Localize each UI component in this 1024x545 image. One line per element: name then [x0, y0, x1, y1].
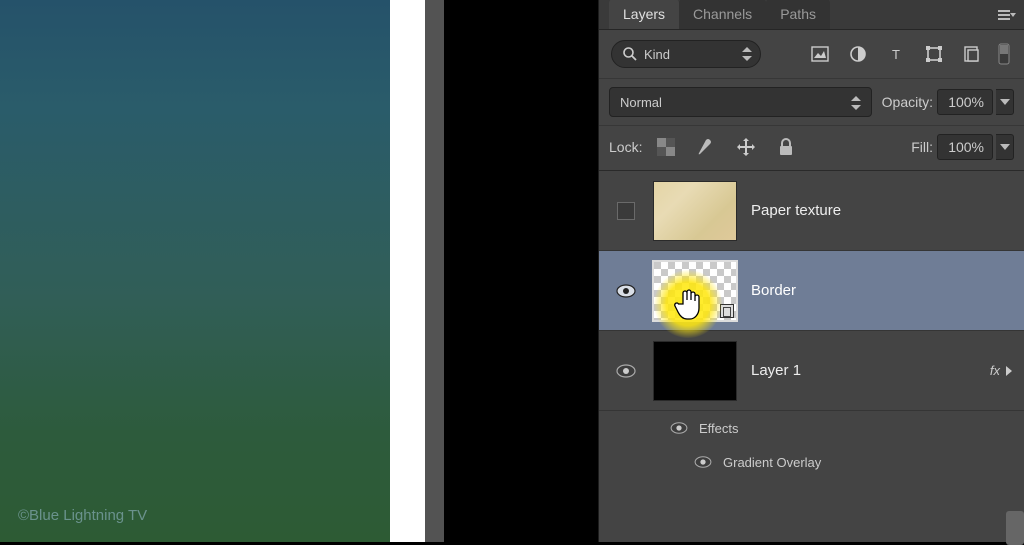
tab-channels[interactable]: Channels	[679, 0, 766, 29]
visibility-toggle[interactable]	[617, 202, 635, 220]
lock-fill-row: Lock: Fill: 100%	[599, 126, 1024, 168]
fill-group: Fill: 100%	[911, 134, 1014, 160]
document-canvas[interactable]	[0, 0, 390, 542]
lock-pixels-icon[interactable]	[692, 134, 720, 160]
tab-paths[interactable]: Paths	[766, 0, 830, 29]
opacity-dropdown-arrow[interactable]	[996, 89, 1014, 115]
panel-menu-icon[interactable]	[998, 8, 1016, 22]
layers-panel: Layers Channels Paths Kind T	[598, 0, 1024, 542]
layer-row-paper-texture[interactable]: Paper texture	[599, 171, 1024, 251]
tab-layers[interactable]: Layers	[609, 0, 679, 29]
visibility-eye-icon[interactable]	[693, 455, 713, 469]
svg-text:T: T	[892, 47, 900, 62]
layer-thumbnail[interactable]	[653, 181, 737, 241]
filter-adjustment-icon[interactable]	[844, 41, 872, 67]
effect-name-label: Gradient Overlay	[723, 455, 821, 470]
layer-name-label[interactable]: Layer 1	[751, 362, 801, 379]
layer-name-label[interactable]: Border	[751, 282, 796, 299]
dropdown-arrows-icon	[851, 96, 861, 110]
canvas-background	[0, 0, 425, 542]
effects-label: Effects	[699, 421, 739, 436]
filter-kind-dropdown[interactable]: Kind	[611, 40, 761, 68]
filter-pixel-icon[interactable]	[806, 41, 834, 67]
fill-dropdown-arrow[interactable]	[996, 134, 1014, 160]
effect-gradient-overlay-row[interactable]: Gradient Overlay	[599, 445, 1024, 479]
filter-type-icon[interactable]: T	[882, 41, 910, 67]
layer-filter-row: Kind T	[599, 30, 1024, 79]
opacity-group: Opacity: 100%	[882, 89, 1014, 115]
lock-label: Lock:	[609, 139, 642, 155]
fill-value-input[interactable]: 100%	[937, 134, 993, 160]
fx-badge[interactable]: fx	[990, 363, 1000, 378]
visibility-eye-icon[interactable]	[669, 421, 689, 435]
layer-name-label[interactable]: Paper texture	[751, 202, 841, 219]
layer-thumbnail[interactable]	[653, 261, 737, 321]
filter-kind-label: Kind	[644, 47, 670, 62]
filter-toggle-switch[interactable]	[996, 41, 1012, 67]
visibility-eye-icon[interactable]	[615, 283, 637, 299]
layer-list: Paper texture Border Layer 1 fx Eff	[599, 171, 1024, 479]
lock-all-icon[interactable]	[772, 134, 800, 160]
fill-label: Fill:	[911, 139, 933, 155]
blend-mode-value: Normal	[620, 95, 662, 110]
scrollbar-thumb[interactable]	[1006, 511, 1024, 545]
filter-smartobject-icon[interactable]	[958, 41, 986, 67]
layer-row-layer1[interactable]: Layer 1 fx	[599, 331, 1024, 411]
filter-shape-icon[interactable]	[920, 41, 948, 67]
fx-expand-icon[interactable]	[1006, 366, 1012, 376]
lock-transparency-icon[interactable]	[652, 134, 680, 160]
watermark-text: ©Blue Lightning TV	[18, 507, 147, 524]
layer-row-border[interactable]: Border	[599, 251, 1024, 331]
panel-tab-bar: Layers Channels Paths	[599, 0, 1024, 30]
layer-thumbnail[interactable]	[653, 341, 737, 401]
visibility-eye-icon[interactable]	[615, 363, 637, 379]
search-icon	[622, 46, 638, 62]
effects-heading-row[interactable]: Effects	[599, 411, 1024, 445]
blend-mode-dropdown[interactable]: Normal	[609, 87, 872, 117]
opacity-value-input[interactable]: 100%	[937, 89, 993, 115]
smart-object-badge-icon	[720, 304, 734, 318]
blend-opacity-row: Normal Opacity: 100%	[599, 79, 1024, 126]
dropdown-arrows-icon	[742, 47, 752, 61]
canvas-area: ©Blue Lightning TV	[0, 0, 444, 542]
opacity-label: Opacity:	[882, 94, 933, 110]
lock-position-icon[interactable]	[732, 134, 760, 160]
